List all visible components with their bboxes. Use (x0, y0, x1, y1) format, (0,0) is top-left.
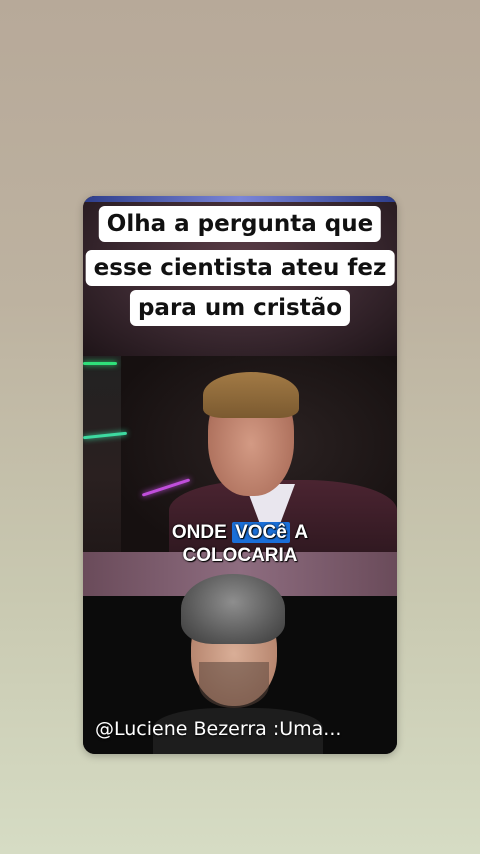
subtitle-highlight-word: VOCê (232, 522, 290, 543)
subtitle-pre: ONDE (171, 522, 233, 543)
video-post-card[interactable]: Olha a pergunta que esse cientista ateu … (83, 196, 397, 754)
subtitle-line-2: COLOCARIA (182, 545, 298, 566)
speaker-hair (203, 372, 299, 418)
top-glow-decoration (83, 196, 397, 202)
bottom-video-clip[interactable]: @Luciene Bezerra :Uma... (83, 574, 397, 754)
subtitle-line-1: ONDE VOCê A (83, 522, 397, 544)
creator-handle-link[interactable]: @Luciene Bezerra :Uma... (95, 718, 341, 740)
caption-line-2: esse cientista ateu fez (85, 250, 395, 286)
caption-line-1: Olha a pergunta que (98, 206, 382, 242)
light-beam-decoration (83, 362, 117, 365)
subtitle-post: A (289, 522, 309, 543)
top-video-clip[interactable]: ONDE VOCê A COLOCARIA (83, 356, 397, 596)
page: { "caption": { "line1": "Olha a pergunta… (0, 0, 480, 854)
reactor-beard (199, 662, 269, 708)
caption-header: Olha a pergunta que esse cientista ateu … (83, 196, 397, 356)
caption-line-3: para um cristão (129, 290, 351, 326)
reactor-hair (181, 574, 285, 644)
